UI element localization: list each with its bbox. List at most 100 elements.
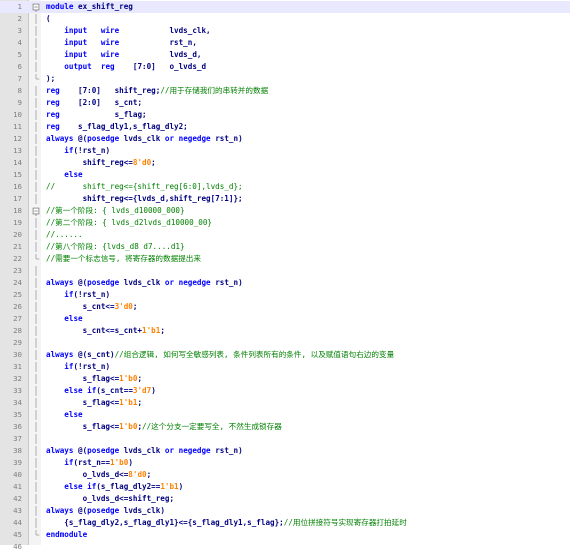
line-number: 33 xyxy=(13,386,22,395)
code-token: //第八个阶段: {lvds_d8 d7....d1} xyxy=(46,242,185,251)
code-line[interactable]: 29 xyxy=(0,337,570,349)
code-line[interactable]: 20 //...... xyxy=(0,229,570,241)
code-line[interactable]: 18 //第一个阶段: { lvds_d10000_000} xyxy=(0,205,570,217)
code-line[interactable]: 26 s_cnt<=3'd0; xyxy=(0,301,570,313)
code-line[interactable]: 7); xyxy=(0,73,570,85)
code-line[interactable]: 28 s_cnt<=s_cnt+1'b1; xyxy=(0,325,570,337)
code-line[interactable]: 30 always @(s_cnt)//组合逻辑, 如何写全敏感列表, 条件列表所… xyxy=(0,349,570,361)
code-line[interactable]: 41 else if(s_flag_dly2==1'b1) xyxy=(0,481,570,493)
code-line[interactable]: 33 else if(s_cnt==3'd7) xyxy=(0,385,570,397)
code-line[interactable]: 5 input wire lvds_d, xyxy=(0,49,570,61)
line-code: //第一个阶段: { lvds_d10000_000} xyxy=(46,205,185,217)
code-line[interactable]: 15 else xyxy=(0,169,570,181)
code-token: ; xyxy=(160,326,165,335)
code-line[interactable]: 27 else xyxy=(0,313,570,325)
fold-toggle-icon[interactable] xyxy=(32,2,40,12)
code-line[interactable]: 12 always @(posedge lvds_clk or negedge r… xyxy=(0,133,570,145)
code-line[interactable]: 8 reg [7:0] shift_reg;//用于存储我们的串转并的数据 xyxy=(0,85,570,97)
code-token: input xyxy=(64,50,88,59)
code-line[interactable]: 37 xyxy=(0,433,570,445)
code-token: else if xyxy=(64,482,97,491)
code-line[interactable]: 23 xyxy=(0,265,570,277)
fold-line-icon xyxy=(35,122,37,132)
fold-line-icon xyxy=(35,398,37,408)
code-line[interactable]: 42 o_lvds_d<=shift_reg; xyxy=(0,493,570,505)
code-line[interactable]: 1 module ex_shift_reg xyxy=(0,1,570,13)
code-line[interactable]: 44 {s_flag_dly2,s_flag_dly1}<={s_flag_dl… xyxy=(0,517,570,529)
code-line[interactable]: 43 always @(posedge lvds_clk) xyxy=(0,505,570,517)
code-token: [7:0] shift_reg; xyxy=(59,86,161,95)
code-line[interactable]: 19 //第二个阶段: { lvds_d2lvds_d10000_00} xyxy=(0,217,570,229)
code-line[interactable]: 9 reg [2:0] s_cnt; xyxy=(0,97,570,109)
code-line[interactable]: 6 output reg [7:0] o_lvds_d xyxy=(0,61,570,73)
code-line[interactable]: 22 //需要一个标志信号, 将寄存器的数据提出来 xyxy=(0,253,570,265)
code-lines[interactable]: 1 module ex_shift_reg 2(3 input wire lvds_… xyxy=(0,1,570,553)
fold-toggle-icon[interactable] xyxy=(32,206,40,216)
line-code: shift_reg<={lvds_d,shift_reg[7:1]}; xyxy=(46,193,243,205)
code-token: always xyxy=(46,446,74,455)
code-line[interactable]: 13 if(!rst_n) xyxy=(0,145,570,157)
code-line[interactable]: 45 endmodule xyxy=(0,529,570,541)
code-line[interactable]: 16 // shift_reg<={shift_reg[6:0],lvds_d}; xyxy=(0,181,570,193)
line-code: input wire rst_n, xyxy=(46,37,197,49)
line-code: input wire lvds_d, xyxy=(46,49,201,61)
line-number: 15 xyxy=(13,170,22,179)
code-line[interactable]: 36 s_flag<=1'b0;//这个分支一定要写全, 不然生成锁存器 xyxy=(0,421,570,433)
line-number: 11 xyxy=(13,122,22,131)
code-token: ( xyxy=(46,14,51,23)
code-token: or xyxy=(164,134,175,143)
code-token: ; xyxy=(132,302,138,311)
code-token: posedge xyxy=(87,446,120,455)
line-number: 41 xyxy=(13,482,22,491)
line-code: {s_flag_dly2,s_flag_dly1}<={s_flag_dly1,… xyxy=(46,517,407,529)
code-token: negedge xyxy=(178,446,211,455)
fold-line-icon xyxy=(35,446,37,456)
fold-empty xyxy=(32,542,40,552)
line-number: 40 xyxy=(13,470,22,479)
code-line[interactable]: 35 else xyxy=(0,409,570,421)
code-line[interactable]: 3 input wire lvds_clk, xyxy=(0,25,570,37)
code-line[interactable]: 46 xyxy=(0,541,570,553)
code-line[interactable]: 17 shift_reg<={lvds_d,shift_reg[7:1]}; xyxy=(0,193,570,205)
line-number: 13 xyxy=(13,146,22,155)
line-number: 5 xyxy=(17,50,22,59)
code-token: //组合逻辑, 如何写全敏感列表, 条件列表所有的条件, 以及赋值语句右边的变量 xyxy=(114,350,395,359)
code-line[interactable]: 40 o_lvds_d<=8'd0; xyxy=(0,469,570,481)
code-token: input xyxy=(64,26,88,35)
code-line[interactable]: 21 //第八个阶段: {lvds_d8 d7....d1} xyxy=(0,241,570,253)
code-token: //第一个阶段: { lvds_d10000_000} xyxy=(46,206,185,215)
code-token: (rst_n== xyxy=(73,458,111,467)
code-line[interactable]: 38 always @(posedge lvds_clk or negedge r… xyxy=(0,445,570,457)
line-code: else if(s_flag_dly2==1'b1) xyxy=(46,481,183,493)
code-token: negedge xyxy=(178,134,211,143)
code-token: shift_reg<={lvds_d,shift_reg[7:1]}; xyxy=(46,194,243,203)
code-line[interactable]: 25 if(!rst_n) xyxy=(0,289,570,301)
code-line[interactable]: 39 if(rst_n==1'b0) xyxy=(0,457,570,469)
code-line[interactable]: 34 s_flag<=1'b1; xyxy=(0,397,570,409)
code-line[interactable]: 11 reg s_flag_dly1,s_flag_dly2; xyxy=(0,121,570,133)
line-code: shift_reg<=8'd0; xyxy=(46,157,156,169)
code-token: reg xyxy=(100,62,115,71)
code-line[interactable]: 31 if(!rst_n) xyxy=(0,361,570,373)
fold-line-icon xyxy=(35,26,37,36)
code-editor[interactable]: 1 module ex_shift_reg 2(3 input wire lvds_… xyxy=(0,0,570,551)
fold-line-icon xyxy=(35,134,37,144)
line-code: o_lvds_d<=shift_reg; xyxy=(46,493,174,505)
code-line[interactable]: 10 reg s_flag; xyxy=(0,109,570,121)
code-token: {s_flag_dly2,s_flag_dly1}<={s_flag_dly1,… xyxy=(46,518,284,527)
line-code: if(!rst_n) xyxy=(46,145,110,157)
line-code: reg [2:0] s_cnt; xyxy=(46,97,142,109)
code-line[interactable]: 4 input wire rst_n, xyxy=(0,37,570,49)
code-line[interactable]: 32 s_flag<=1'b0; xyxy=(0,373,570,385)
line-number: 22 xyxy=(13,254,22,263)
code-line[interactable]: 24 always @(posedge lvds_clk or negedge r… xyxy=(0,277,570,289)
code-line[interactable]: 14 shift_reg<=8'd0; xyxy=(0,157,570,169)
code-token: [7:0] o_lvds_d xyxy=(114,62,207,71)
code-line[interactable]: 2( xyxy=(0,13,570,25)
code-token: 1'b0 xyxy=(119,374,138,383)
line-number: 43 xyxy=(13,506,22,515)
fold-line-icon xyxy=(35,422,37,432)
code-token: reg xyxy=(46,122,60,131)
